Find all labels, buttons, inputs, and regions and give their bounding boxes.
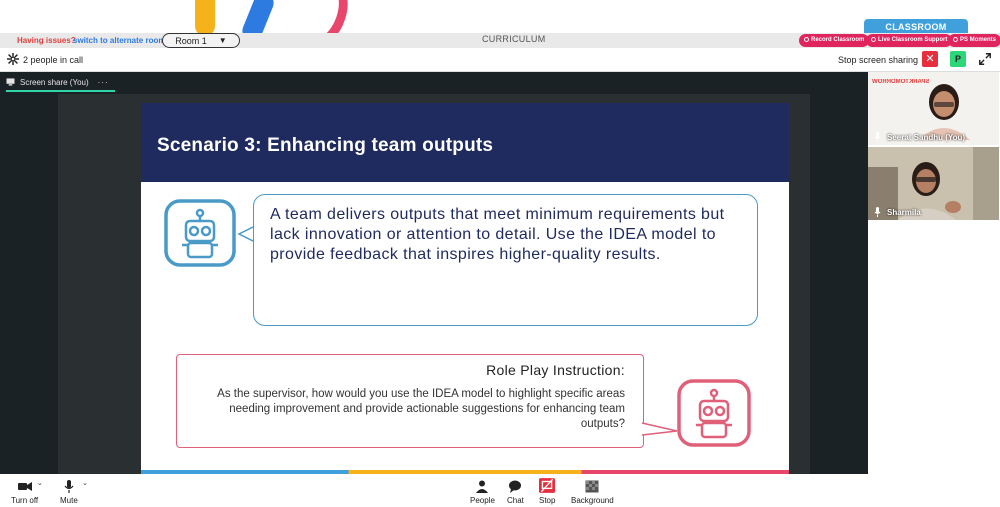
- chat-button[interactable]: Chat: [507, 480, 524, 505]
- live-support-label: Live Classroom Support: [878, 37, 948, 43]
- camera-toggle-button[interactable]: Turn off: [11, 480, 38, 505]
- gear-icon[interactable]: [7, 53, 19, 65]
- stop-sharing-label[interactable]: Stop screen sharing: [838, 55, 918, 65]
- participant-name-label: Sharmila: [887, 207, 921, 217]
- background-button[interactable]: Background: [571, 480, 614, 505]
- slide-header: Scenario 3: Enhancing team outputs: [141, 103, 789, 182]
- monitor-icon: [6, 78, 15, 86]
- brand-strip: CLASSROOM: [0, 0, 1000, 33]
- role-play-title: Role Play Instruction:: [486, 362, 625, 378]
- expand-icon[interactable]: [978, 52, 992, 66]
- classroom-badge: CLASSROOM: [864, 19, 968, 33]
- participant-video: [918, 84, 970, 140]
- role-play-bubble: Role Play Instruction: As the supervisor…: [176, 354, 644, 448]
- scenario-bubble: A team delivers outputs that meet minimu…: [253, 194, 758, 326]
- scenario-text: A team delivers outputs that meet minimu…: [270, 206, 725, 263]
- brand-decor-yellow: [195, 0, 215, 33]
- bottom-toolbar: Turn off ⌄ Mute ⌄ People Chat Stop Backg…: [0, 474, 1000, 507]
- participant-tile[interactable]: SPARKTOMORROW Seerat Sandhu (You): [868, 72, 999, 145]
- bubble-tail-red: [641, 422, 678, 436]
- chevron-down-icon[interactable]: ⌄: [82, 479, 88, 487]
- chat-label: Chat: [507, 496, 524, 505]
- support-icon: [871, 37, 876, 42]
- participant-name: Seerat Sandhu (You): [874, 132, 965, 142]
- ps-moments-label: PS Moments: [960, 37, 997, 43]
- camera-icon: [17, 482, 32, 491]
- background-icon: [585, 480, 599, 493]
- participant-panel: SPARKTOMORROW Seerat Sandhu (You) Sharmi…: [868, 72, 1000, 474]
- participant-badge[interactable]: P: [950, 51, 966, 67]
- alternate-room-link[interactable]: switch to alternate room: [73, 36, 165, 45]
- issues-text: Having issues?: [17, 36, 76, 45]
- mute-button[interactable]: Mute: [60, 480, 78, 505]
- microphone-icon: [874, 132, 881, 142]
- camera-toggle-label: Turn off: [11, 496, 39, 505]
- microphone-icon: [874, 207, 881, 217]
- ps-moments-button[interactable]: PS Moments: [948, 34, 1000, 47]
- people-icon: [476, 480, 489, 493]
- close-icon: ✕: [925, 53, 935, 65]
- background-label: Background: [571, 496, 614, 505]
- record-icon: [804, 37, 809, 42]
- microphone-icon: [64, 480, 74, 493]
- room-select-value: Room 1: [175, 35, 207, 46]
- record-classroom-button[interactable]: Record Classroom: [799, 34, 870, 47]
- tab-screen-share-label: Screen share (You): [20, 77, 89, 87]
- stop-share-label: Stop: [539, 496, 556, 505]
- shared-slide: Scenario 3: Enhancing team outputs A tea…: [141, 103, 789, 474]
- mute-label: Mute: [60, 496, 78, 505]
- tab-screen-share[interactable]: Screen share (You) ···: [6, 74, 115, 92]
- chevron-down-icon: ▼: [218, 36, 227, 45]
- robot-blue-icon: [164, 199, 236, 267]
- participant-name: Sharmila: [874, 207, 921, 217]
- participant-name-label: Seerat Sandhu (You): [887, 132, 966, 142]
- chevron-down-icon[interactable]: ⌄: [37, 479, 43, 487]
- role-play-text: As the supervisor, how would you use the…: [217, 388, 625, 430]
- live-support-button[interactable]: Live Classroom Support: [866, 34, 953, 47]
- info-bar: Having issues? switch to alternate room …: [0, 33, 1000, 48]
- people-label: People: [470, 496, 495, 505]
- stop-share-icon: [539, 478, 556, 493]
- stop-share-button[interactable]: Stop: [539, 478, 556, 505]
- brand-decor-red: [289, 0, 357, 33]
- people-count: 2 people in call: [23, 55, 84, 65]
- robot-red-icon: [677, 379, 751, 447]
- chat-icon: [509, 480, 522, 493]
- more-options-icon[interactable]: ···: [98, 78, 109, 87]
- call-header: 2 people in call Stop screen sharing ✕ P: [0, 48, 1000, 72]
- stop-sharing-button[interactable]: ✕: [922, 51, 938, 67]
- room-select[interactable]: Room 1 ▼: [162, 33, 240, 48]
- moments-icon: [953, 37, 958, 42]
- people-button[interactable]: People: [470, 480, 495, 505]
- record-classroom-label: Record Classroom: [811, 37, 865, 43]
- participant-tile[interactable]: Sharmila: [868, 147, 999, 220]
- brand-decor-blue: [239, 0, 277, 33]
- curriculum-label[interactable]: CURRICULUM: [482, 34, 546, 44]
- slide-title: Scenario 3: Enhancing team outputs: [157, 135, 494, 156]
